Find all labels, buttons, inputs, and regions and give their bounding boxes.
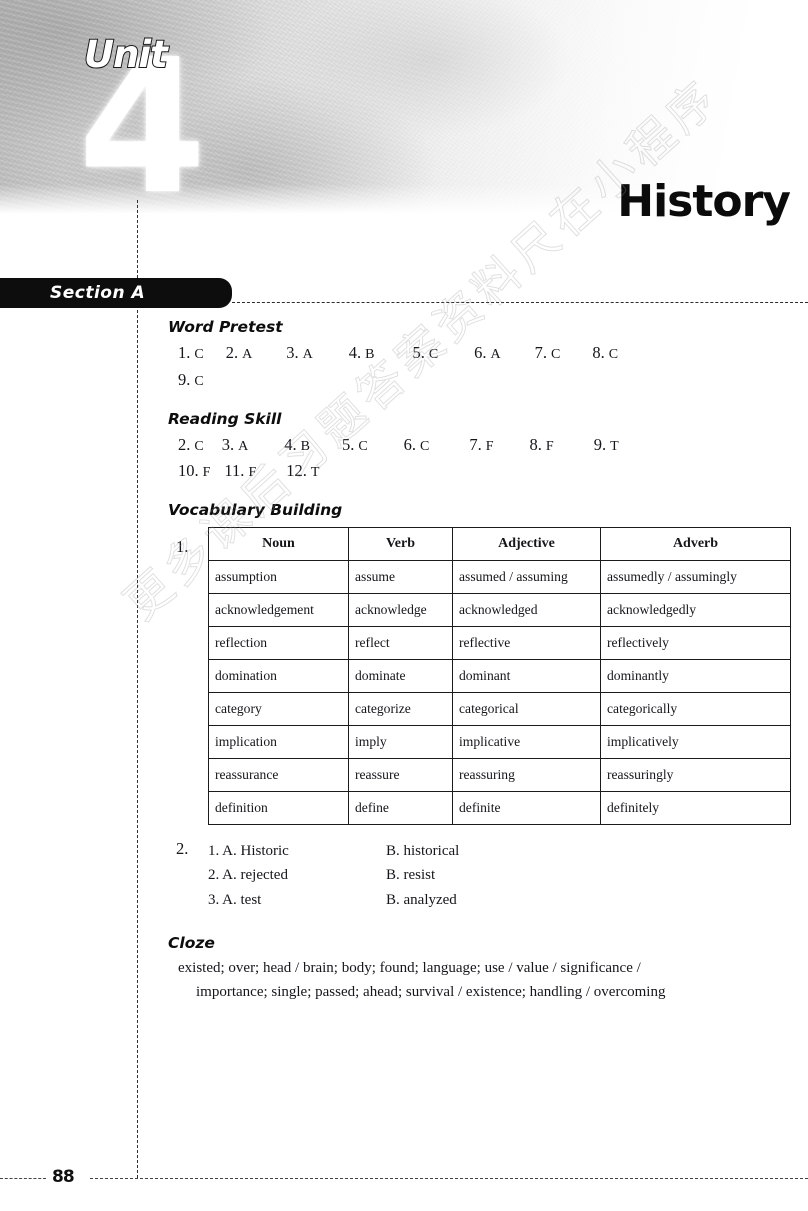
table-cell: reflectively [600,626,791,661]
vocabulary-item-2-block: 2. 1. A. Historic B. historical 2. A. reje… [168,839,808,912]
table-cell: assumed / assuming [452,560,601,595]
option-pair-row: 3. A. test B. analyzed [208,888,808,912]
answer-item: 8. C [592,343,619,362]
table-row: category categorize categorical categorical… [208,692,791,727]
table-cell: category [208,692,349,727]
vocabulary-table-block: 1. Noun Verb Adjective Adverb assumption ass… [168,527,808,826]
option-a: 2. A. rejected [208,867,288,884]
page-number: 88 [52,1167,75,1187]
table-row: reassurance reassure reassuring reassuringl… [208,758,791,793]
table-cell: define [348,791,453,826]
option-b: B. analyzed [386,891,457,908]
answer-item: 6. A [474,343,501,362]
reading-skill-answers-line1: 2. C 3. A 4. B 5. C 6. C 7. F 8. F 9. T [178,432,808,459]
table-cell: acknowledge [348,593,453,628]
table-row: definition define definite definitely [208,791,791,826]
table-cell: domination [208,659,349,694]
answer-item: 7. C [534,343,561,362]
table-cell: reassuring [452,758,601,793]
unit-word-label: Unit [83,32,169,77]
option-pair-row: 1. A. Historic B. historical [208,839,808,863]
answer-item: 4. B [348,343,375,362]
cloze-answers-line1: existed; over; head / brain; body; found… [178,960,641,977]
word-pretest-answers-line1: 1. C 2. A 3. A 4. B 5. C 6. A 7. C 8. C [178,340,808,367]
vocabulary-item-1-index: 1. [176,537,189,557]
table-cell: dominant [452,659,601,694]
table-cell: implicative [452,725,601,760]
option-pair-row: 2. A. rejected B. resist [208,863,808,887]
answer-item: 3. A [286,343,313,362]
cloze-answers-line2: importance; single; passed; ahead; survi… [196,984,666,1001]
table-cell: reassuringly [600,758,791,793]
answer-item: 9. T [593,434,619,454]
table-cell: implication [208,725,349,760]
table-column-header: Verb [348,527,453,562]
table-row: assumption assume assumed / assuming assume… [208,560,791,595]
option-a: 3. A. test [208,891,262,908]
table-cell: reflect [348,626,453,661]
table-cell: categorize [348,692,453,727]
answer-item: 10. F [178,461,211,481]
table-cell: categorical [452,692,601,727]
table-row: acknowledgement acknowledge acknowledged ac… [208,593,791,628]
table-cell: assumption [208,560,349,595]
answer-item: 9. C [178,369,204,389]
footer-dashed-rule-right [90,1178,808,1179]
heading-word-pretest: Word Pretest [168,318,283,336]
heading-reading-skill: Reading Skill [168,409,282,428]
answer-item: 4. B [284,434,310,454]
answer-item: 7. F [469,434,494,454]
vocabulary-item-2-index: 2. [176,839,189,859]
table-cell: definite [452,791,601,826]
table-cell: reassure [348,758,453,793]
option-a: 1. A. Historic [208,843,289,860]
table-cell: imply [348,725,453,760]
section-dashed-rule [232,302,808,303]
answer-item: 1. C [178,343,204,362]
table-row: domination dominate dominant dominantly [208,659,791,694]
answer-item: 5. C [412,343,439,362]
word-pretest-answers-line2: 9. C [178,367,808,394]
heading-vocabulary-building: Vocabulary Building [168,501,343,520]
table-cell: definitely [600,791,791,826]
table-cell: implicatively [600,725,791,760]
option-b: B. resist [386,867,436,884]
answer-item: 12. T [286,461,320,481]
table-cell: reassurance [208,758,349,793]
table-cell: acknowledged [452,593,601,628]
reading-skill-answers-line2: 10. F 11. F 12. T [178,458,808,485]
answer-item: 11. F [224,461,257,481]
heading-cloze: Cloze [168,934,215,953]
answer-item: 2. C [178,434,204,454]
table-cell: assumedly / assumingly [600,560,791,595]
table-column-header: Adjective [452,527,601,562]
table-cell: definition [208,791,349,826]
table-cell: categorically [600,692,791,727]
answer-key-content: Word Pretest 1. C 2. A 3. A 4. B 5. C 6. A 7. … [0,318,808,1005]
table-cell: dominantly [600,659,791,694]
table-cell: dominate [348,659,453,694]
word-forms-table: Noun Verb Adjective Adverb assumption assume… [208,527,791,826]
table-header-row: Noun Verb Adjective Adverb [208,527,791,562]
table-cell: assume [348,560,453,595]
answer-item: 6. C [403,434,430,454]
option-b: B. historical [386,843,460,860]
table-column-header: Adverb [600,527,791,562]
table-row: reflection reflect reflective reflectively [208,626,791,661]
footer-dashed-rule-left [0,1178,46,1179]
section-banner-label: Section A [50,283,146,303]
table-cell: acknowledgedly [600,593,791,628]
table-row: implication imply implicative implicatively [208,725,791,760]
answer-item: 2. A [225,343,253,362]
table-cell: acknowledgement [208,593,349,628]
page-title: History [617,176,791,227]
answer-item: 8. F [529,434,554,454]
table-cell: reflection [208,626,349,661]
table-column-header: Noun [208,527,349,562]
answer-item: 3. A [221,434,249,454]
table-cell: reflective [452,626,601,661]
answer-item: 5. C [341,434,368,454]
